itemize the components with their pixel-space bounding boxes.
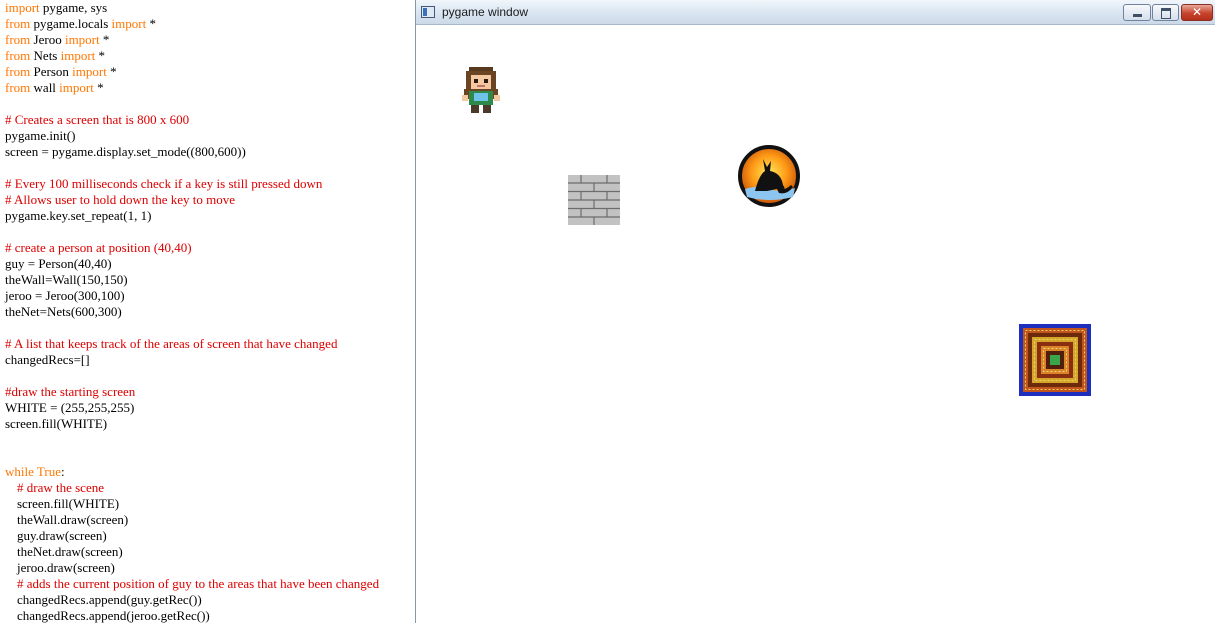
code-token: jeroo = Jeroo(300,100) (5, 288, 125, 303)
code-token: * (106, 64, 117, 79)
code-line: # Creates a screen that is 800 x 600 (5, 112, 189, 128)
code-line: screen.fill(WHITE) (17, 496, 119, 512)
code-token: theNet.draw(screen) (17, 544, 123, 559)
code-token: # adds the current position of guy to th… (17, 576, 380, 591)
code-token: # Allows user to hold down the key to mo… (5, 192, 236, 207)
code-token: screen.fill(WHITE) (17, 496, 120, 511)
close-icon[interactable]: ✕ (1181, 4, 1213, 21)
title-bar[interactable]: pygame window ✕ (416, 0, 1215, 25)
code-line: from wall import * (5, 80, 104, 96)
person-sprite (462, 67, 500, 113)
code-line: from Person import * (5, 64, 117, 80)
code-editor: import pygame, sys from pygame.locals imp… (0, 0, 414, 623)
code-line: # adds the current position of guy to th… (17, 576, 379, 592)
code-token: # Every 100 milliseconds check if a key … (5, 176, 323, 191)
code-token: : (61, 464, 65, 479)
code-token: * (95, 48, 106, 63)
net-sprite (1019, 324, 1091, 396)
code-token: changedRecs.append(guy.getRec()) (17, 592, 202, 607)
code-token: screen = pygame.display.set_mode((800,60… (5, 144, 246, 159)
code-token: from (5, 64, 31, 79)
code-line: pygame.init() (5, 128, 75, 144)
code-token: * (93, 80, 104, 95)
code-token: #draw the starting screen (5, 384, 136, 399)
code-token: # draw the scene (17, 480, 104, 495)
code-line: import pygame, sys (5, 0, 107, 16)
code-token: WHITE = (255,255,255) (5, 400, 135, 415)
code-token: # A list that keeps track of the areas o… (5, 336, 338, 351)
code-line: screen.fill(WHITE) (5, 416, 107, 432)
code-token: Jeroo (30, 32, 65, 47)
code-line: WHITE = (255,255,255) (5, 400, 134, 416)
code-line: pygame.key.set_repeat(1, 1) (5, 208, 151, 224)
code-token: from (5, 16, 31, 31)
code-line: screen = pygame.display.set_mode((800,60… (5, 144, 246, 160)
code-token: import (60, 48, 96, 63)
maximize-icon[interactable] (1152, 4, 1179, 21)
code-line: changedRecs=[] (5, 352, 90, 368)
code-line: theWall=Wall(150,150) (5, 272, 128, 288)
code-token: * (99, 32, 110, 47)
jeroo-sprite (738, 145, 800, 207)
code-line: # draw the scene (17, 480, 104, 496)
code-token: theNet=Nets(600,300) (5, 304, 122, 319)
code-token: changedRecs=[] (5, 352, 90, 367)
code-token: from (5, 80, 31, 95)
code-token: import (59, 80, 94, 95)
code-line: # A list that keeps track of the areas o… (5, 336, 337, 352)
code-line: from pygame.locals import * (5, 16, 156, 32)
code-line: guy = Person(40,40) (5, 256, 112, 272)
code-token: guy.draw(screen) (17, 528, 107, 543)
code-token: import (72, 64, 107, 79)
code-token: pygame.init() (5, 128, 76, 143)
code-line: changedRecs.append(guy.getRec()) (17, 592, 202, 608)
code-line: #draw the starting screen (5, 384, 135, 400)
code-token: wall (30, 80, 60, 95)
code-line: # create a person at position (40,40) (5, 240, 192, 256)
code-token: import (64, 32, 100, 47)
game-canvas[interactable] (416, 25, 1215, 623)
pygame-window-icon[interactable] (421, 6, 435, 18)
code-token: pygame, sys (39, 0, 108, 15)
wall-sprite (568, 175, 620, 225)
code-token: guy = Person(40,40) (5, 256, 112, 271)
code-line: jeroo = Jeroo(300,100) (5, 288, 125, 304)
code-line: guy.draw(screen) (17, 528, 107, 544)
code-line: changedRecs.append(jeroo.getRec()) (17, 608, 210, 623)
code-token: pygame.key.set_repeat(1, 1) (5, 208, 152, 223)
code-line: while True: (5, 464, 65, 480)
code-token: Person (30, 64, 73, 79)
pygame-window: pygame window ✕ (415, 0, 1215, 623)
code-line: # Every 100 milliseconds check if a key … (5, 176, 322, 192)
code-token: # create a person at position (40,40) (5, 240, 192, 255)
code-token: pygame.locals (30, 16, 112, 31)
code-token: jeroo.draw(screen) (17, 560, 115, 575)
code-token: import (5, 0, 40, 15)
code-token: theWall=Wall(150,150) (5, 272, 128, 287)
code-line: from Nets import * (5, 48, 105, 64)
code-token: from (5, 32, 31, 47)
code-token: Nets (30, 48, 61, 63)
minimize-icon[interactable] (1123, 4, 1151, 21)
code-token: theWall.draw(screen) (17, 512, 129, 527)
code-line: # Allows user to hold down the key to mo… (5, 192, 235, 208)
code-line: theNet.draw(screen) (17, 544, 123, 560)
code-token: * (146, 16, 156, 31)
code-token: import (111, 16, 147, 31)
code-token: # Creates a screen that is 800 x 600 (5, 112, 190, 127)
code-token: changedRecs.append(jeroo.getRec()) (17, 608, 210, 623)
code-line: from Jeroo import * (5, 32, 109, 48)
code-token: screen.fill(WHITE) (5, 416, 108, 431)
code-line: theNet=Nets(600,300) (5, 304, 122, 320)
code-token: True (36, 464, 61, 479)
code-line: jeroo.draw(screen) (17, 560, 115, 576)
code-token: from (5, 48, 31, 63)
code-line: theWall.draw(screen) (17, 512, 128, 528)
code-token: while (5, 464, 34, 479)
window-title: pygame window (442, 5, 529, 19)
